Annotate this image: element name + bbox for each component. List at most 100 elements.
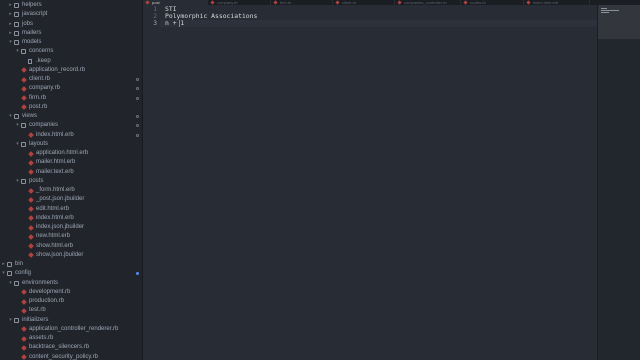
tree-file[interactable]: test.rb xyxy=(0,306,142,315)
chevron-down-icon[interactable]: ▾ xyxy=(15,177,20,186)
tree-file[interactable]: application_controller_renderer.rb xyxy=(0,325,142,334)
folder-icon xyxy=(14,114,19,119)
status-dot-icon xyxy=(136,272,139,276)
folder-icon xyxy=(21,141,26,147)
ruby-file-icon xyxy=(27,215,34,222)
tree-file[interactable]: firm.rb xyxy=(0,94,142,103)
tree-file[interactable]: content_security_policy.rb xyxy=(0,353,142,360)
tree-folder[interactable]: ▾ environments xyxy=(0,279,142,288)
tree-file[interactable]: mailer.html.erb xyxy=(0,158,142,167)
tree-item-label: bin xyxy=(15,261,24,267)
tree-folder[interactable]: ▾ initializers xyxy=(0,316,142,325)
ruby-file-icon xyxy=(20,104,27,111)
tree-item-label: jobs xyxy=(22,20,34,27)
tree-file[interactable]: post.rb xyxy=(0,103,142,112)
status-dot-icon xyxy=(136,96,139,100)
tree-item-label: index.json.jbuilder xyxy=(36,224,85,230)
status-dot-icon xyxy=(136,78,139,81)
ruby-file-icon xyxy=(20,307,27,314)
tree-item-label: development.rb xyxy=(29,288,71,295)
folder-icon xyxy=(21,178,26,184)
tree-folder[interactable]: ▾ layouts xyxy=(0,140,142,149)
tree-file[interactable]: new.html.erb xyxy=(0,232,142,241)
tree-file[interactable]: _form.html.erb xyxy=(0,186,142,195)
tree-file[interactable]: backtrace_silencers.rb xyxy=(0,343,142,352)
chevron-right-icon[interactable]: ▸ xyxy=(8,29,13,38)
chevron-down-icon[interactable]: ▾ xyxy=(15,121,20,130)
chevron-down-icon[interactable]: ▾ xyxy=(8,279,13,288)
tree-file[interactable]: client.rb xyxy=(0,75,142,84)
tree-file[interactable]: index.html.erb xyxy=(0,131,142,140)
chevron-right-icon[interactable]: ▸ xyxy=(1,260,6,269)
tree-file[interactable]: show.html.erb xyxy=(0,242,142,251)
tree-file[interactable]: assets.rb xyxy=(0,334,142,343)
chevron-down-icon[interactable]: ▾ xyxy=(8,112,13,121)
tree-folder[interactable]: ▾ posts xyxy=(0,177,142,186)
tree-file[interactable]: index.html.erb xyxy=(0,214,142,223)
tree-item-label: initializers xyxy=(22,316,49,323)
tree-folder[interactable]: ▸ mailers xyxy=(0,29,142,38)
tree-folder[interactable]: ▸ helpers xyxy=(0,1,142,10)
status-dot-icon xyxy=(136,87,139,91)
file-tree-panel[interactable]: ▸ helpers ▸ javascript ▸ jobs ▸ mailers ▾ models ▾… xyxy=(0,0,143,360)
ruby-file-icon xyxy=(27,224,34,231)
text-cursor xyxy=(179,20,180,27)
chevron-down-icon[interactable]: ▾ xyxy=(15,140,20,149)
tree-file[interactable]: .keep xyxy=(0,57,142,66)
tree-file[interactable]: application.html.erb xyxy=(0,149,142,158)
status-dot-icon xyxy=(136,124,139,128)
tree-folder[interactable]: ▾ config xyxy=(0,269,142,278)
tree-file[interactable]: production.rb xyxy=(0,297,142,306)
status-dot-icon xyxy=(136,133,139,137)
chevron-down-icon[interactable]: ▾ xyxy=(15,47,20,56)
tree-item-label: companies xyxy=(29,122,59,129)
folder-icon xyxy=(21,49,26,55)
minimap[interactable] xyxy=(597,5,640,360)
tree-folder[interactable]: ▸ javascript xyxy=(0,10,142,19)
chevron-right-icon[interactable]: ▸ xyxy=(8,1,13,10)
tree-file[interactable]: development.rb xyxy=(0,288,142,297)
tree-file[interactable]: index.json.jbuilder xyxy=(0,223,142,232)
chevron-right-icon[interactable]: ▸ xyxy=(8,20,13,29)
tree-file[interactable]: company.rb xyxy=(0,84,142,93)
tree-item-label: javascript xyxy=(22,11,48,18)
tree-item-label: layouts xyxy=(29,140,49,147)
tree-file[interactable]: mailer.text.erb xyxy=(0,168,142,177)
code-editor[interactable]: 1 2 3 STI Polymorphic Associations n + 1 xyxy=(143,5,597,360)
tree-file[interactable]: _post.json.jbuilder xyxy=(0,195,142,204)
line-number-gutter: 1 2 3 xyxy=(143,5,160,360)
tree-folder[interactable]: ▸ bin xyxy=(0,260,142,269)
tree-item-label: show.json.jbuilder xyxy=(36,251,84,258)
chevron-right-icon[interactable]: ▸ xyxy=(8,10,13,19)
chevron-down-icon[interactable]: ▾ xyxy=(8,38,13,47)
tree-item-label: firm.rb xyxy=(29,94,46,101)
tree-item-label: content_security_policy.rb xyxy=(29,353,98,360)
tree-file[interactable]: edit.html.erb xyxy=(0,205,142,214)
tree-item-label: environments xyxy=(22,279,59,286)
tree-item-label: index.html.erb xyxy=(36,214,74,221)
tree-folder[interactable]: ▾ models xyxy=(0,38,142,47)
tree-folder[interactable]: ▾ companies xyxy=(0,121,142,130)
tree-item-label: test.rb xyxy=(29,307,46,314)
tree-file[interactable]: application_record.rb xyxy=(0,66,142,75)
ruby-file-icon xyxy=(27,187,34,194)
tree-item-label: index.html.erb xyxy=(36,131,74,138)
tree-file[interactable]: show.json.jbuilder xyxy=(0,251,142,260)
tree-folder[interactable]: ▸ jobs xyxy=(0,20,142,29)
tree-folder[interactable]: ▾ views xyxy=(0,112,142,121)
tree-item-label: application.html.erb xyxy=(36,150,89,156)
chevron-down-icon[interactable]: ▾ xyxy=(8,316,13,325)
folder-icon xyxy=(7,262,12,267)
tree-folder[interactable]: ▾ concerns xyxy=(0,47,142,56)
chevron-down-icon[interactable]: ▾ xyxy=(1,269,6,278)
ruby-file-icon xyxy=(20,298,27,305)
minimap-line xyxy=(601,12,609,13)
ruby-file-icon xyxy=(20,76,27,83)
ruby-file-icon xyxy=(335,0,340,5)
code-line[interactable]: n + 1 xyxy=(165,20,184,27)
folder-icon xyxy=(14,21,19,27)
status-dot-icon xyxy=(136,115,139,118)
folder-icon xyxy=(14,40,19,45)
tree-item-label: client.rb xyxy=(29,76,51,82)
ruby-file-icon xyxy=(20,335,27,342)
